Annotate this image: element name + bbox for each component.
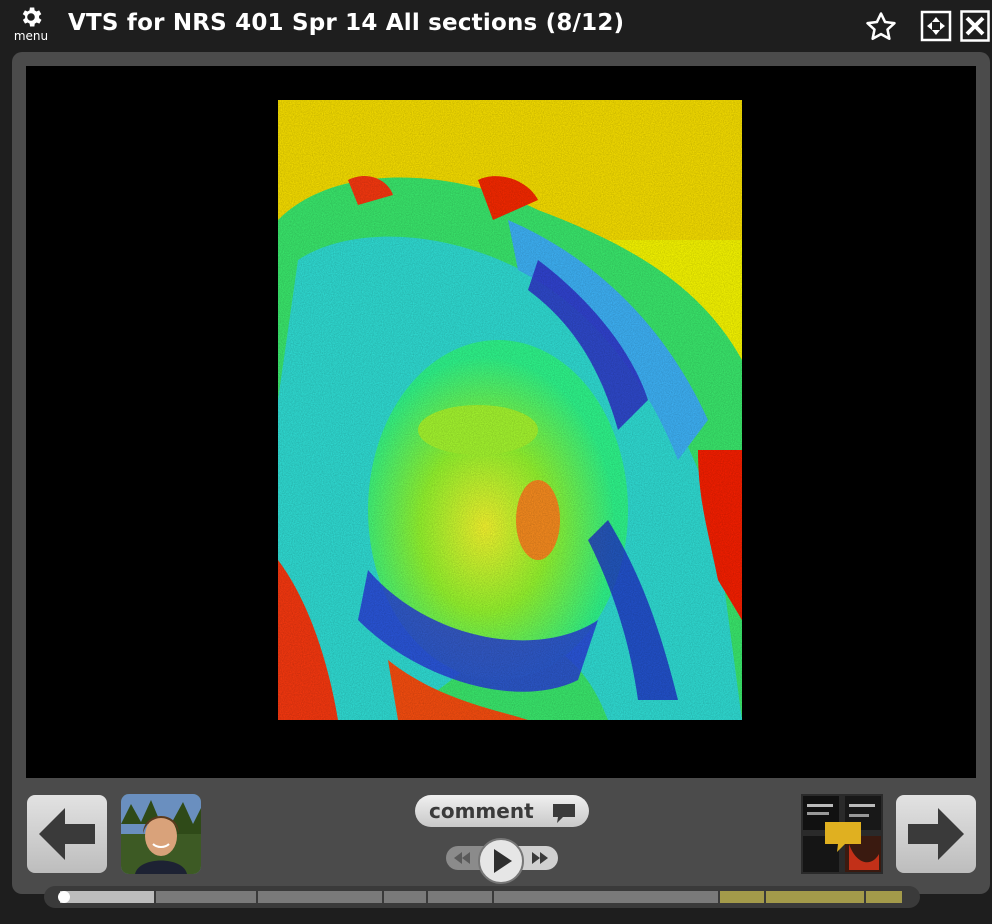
speech-bubble-icon [553, 804, 575, 823]
play-button[interactable] [478, 838, 524, 884]
top-bar: menu VTS for NRS 401 Spr 14 All sections… [0, 0, 992, 52]
progress-segment[interactable] [866, 891, 902, 903]
menu-button[interactable]: menu [8, 2, 54, 48]
fast-forward-button[interactable] [518, 846, 558, 870]
previous-button[interactable] [27, 795, 107, 873]
progress-segment[interactable] [766, 891, 864, 903]
comment-button[interactable]: comment [415, 795, 589, 827]
close-icon[interactable] [960, 10, 990, 42]
previous-thumbnail[interactable] [121, 794, 201, 874]
progress-knob[interactable] [58, 891, 70, 903]
main-image [278, 100, 742, 720]
next-button[interactable] [896, 795, 976, 873]
arrow-right-icon [908, 808, 964, 860]
progress-segment[interactable] [720, 891, 764, 903]
gear-icon [22, 7, 42, 27]
arrow-left-icon [39, 808, 95, 860]
progress-segment[interactable] [494, 891, 718, 903]
star-icon[interactable] [864, 10, 898, 44]
progress-segment[interactable] [384, 891, 426, 903]
menu-label: menu [13, 29, 49, 43]
comment-label: comment [429, 799, 534, 823]
progress-segment[interactable] [258, 891, 382, 903]
next-thumbnail[interactable] [801, 794, 883, 874]
progress-segment[interactable] [428, 891, 492, 903]
rewind-icon [454, 852, 470, 864]
page-title: VTS for NRS 401 Spr 14 All sections (8/1… [68, 10, 625, 36]
fast-forward-icon [532, 852, 548, 864]
progress-segment[interactable] [156, 891, 256, 903]
progress-segment[interactable] [60, 891, 154, 903]
play-icon [494, 849, 512, 873]
playback-controls [446, 838, 558, 884]
fit-screen-icon[interactable] [920, 10, 952, 42]
